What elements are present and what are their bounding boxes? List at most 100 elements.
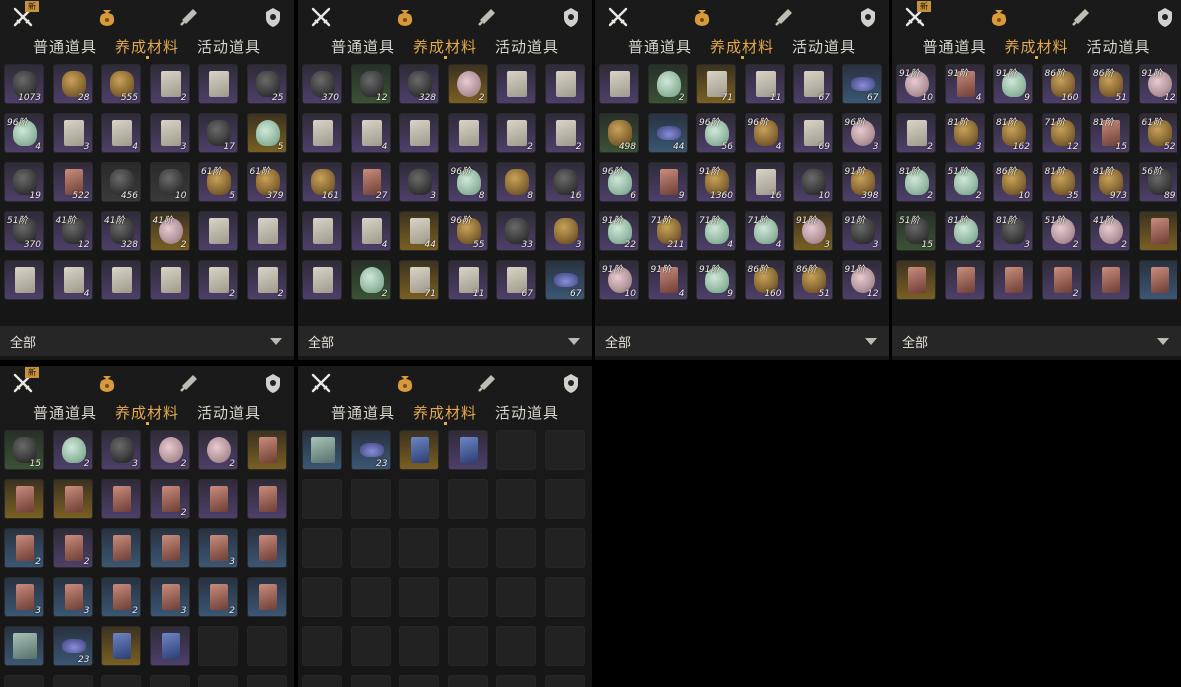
item-slot[interactable] xyxy=(246,211,287,251)
item-slot[interactable] xyxy=(399,430,439,470)
empty-slot[interactable] xyxy=(544,675,585,687)
item-slot[interactable]: 91阶 12 xyxy=(841,260,882,300)
item-slot[interactable]: 67 xyxy=(544,260,585,300)
shield-icon[interactable] xyxy=(262,6,284,28)
item-slot[interactable] xyxy=(52,479,93,519)
item-slot[interactable]: 2 xyxy=(496,113,536,153)
item-slot[interactable]: 91阶 3 xyxy=(793,211,833,251)
item-slot[interactable]: 2 xyxy=(149,64,190,104)
item-slot[interactable] xyxy=(246,479,287,519)
item-slot[interactable] xyxy=(101,260,141,300)
tab-1[interactable]: 养成材料 xyxy=(710,36,774,60)
item-slot[interactable]: 86阶 51 xyxy=(793,260,833,300)
crossed-swords-icon[interactable] xyxy=(607,6,629,28)
empty-slot[interactable] xyxy=(496,528,536,568)
empty-slot[interactable] xyxy=(447,479,488,519)
item-slot[interactable]: 91阶 10 xyxy=(896,64,936,104)
item-slot[interactable]: 3 xyxy=(52,577,93,617)
item-slot[interactable]: 10 xyxy=(149,162,190,202)
item-slot[interactable]: 86阶 160 xyxy=(1041,64,1082,104)
item-slot[interactable]: 19 xyxy=(4,162,44,202)
item-slot[interactable] xyxy=(399,113,439,153)
empty-slot[interactable] xyxy=(544,577,585,617)
crossed-swords-icon[interactable] xyxy=(310,6,332,28)
item-slot[interactable] xyxy=(198,479,238,519)
item-slot[interactable]: 91阶 10 xyxy=(599,260,639,300)
crossed-swords-icon[interactable] xyxy=(310,372,332,394)
item-slot[interactable]: 96阶 6 xyxy=(599,162,639,202)
empty-slot[interactable] xyxy=(198,675,238,687)
scroll-icon[interactable] xyxy=(773,6,795,28)
item-slot[interactable]: 25 xyxy=(246,64,287,104)
scroll-icon[interactable] xyxy=(476,372,498,394)
item-slot[interactable]: 4 xyxy=(350,113,391,153)
tab-0[interactable]: 普通道具 xyxy=(331,36,395,60)
empty-slot[interactable] xyxy=(544,626,585,666)
item-slot[interactable]: 41阶 328 xyxy=(101,211,141,251)
item-slot[interactable]: 96阶 56 xyxy=(696,113,736,153)
item-slot[interactable]: 17 xyxy=(198,113,238,153)
item-slot[interactable]: 4 xyxy=(52,260,93,300)
item-slot[interactable]: 3 xyxy=(149,113,190,153)
shield-icon[interactable] xyxy=(560,6,582,28)
item-slot[interactable] xyxy=(149,528,190,568)
item-slot[interactable] xyxy=(198,211,238,251)
item-slot[interactable]: 81阶 3 xyxy=(993,211,1033,251)
tab-2[interactable]: 活动道具 xyxy=(495,402,559,426)
empty-slot[interactable] xyxy=(447,528,488,568)
item-slot[interactable] xyxy=(944,260,985,300)
item-slot[interactable]: 2 xyxy=(198,577,238,617)
empty-slot[interactable] xyxy=(399,626,439,666)
item-slot[interactable]: 91阶 9 xyxy=(696,260,736,300)
item-slot[interactable]: 71 xyxy=(696,64,736,104)
item-slot[interactable]: 71阶 211 xyxy=(647,211,688,251)
tab-2[interactable]: 活动道具 xyxy=(197,36,261,60)
item-slot[interactable]: 91阶 12 xyxy=(1138,64,1177,104)
item-slot[interactable]: 1073 xyxy=(4,64,44,104)
item-slot[interactable] xyxy=(302,430,342,470)
item-slot[interactable]: 41阶 12 xyxy=(52,211,93,251)
item-slot[interactable]: 11 xyxy=(447,260,488,300)
bag-icon[interactable] xyxy=(96,6,118,28)
empty-slot[interactable] xyxy=(52,675,93,687)
item-slot[interactable] xyxy=(993,260,1033,300)
empty-slot[interactable] xyxy=(544,430,585,470)
item-slot[interactable]: 81阶 15 xyxy=(1090,113,1130,153)
empty-slot[interactable] xyxy=(302,528,342,568)
filter-dropdown[interactable]: 全部 xyxy=(595,326,889,356)
item-slot[interactable] xyxy=(496,64,536,104)
empty-slot[interactable] xyxy=(399,528,439,568)
item-slot[interactable]: 15 xyxy=(4,430,44,470)
item-slot[interactable] xyxy=(302,211,342,251)
item-slot[interactable]: 23 xyxy=(52,626,93,666)
bag-icon[interactable] xyxy=(691,6,713,28)
item-slot[interactable]: 91阶 398 xyxy=(841,162,882,202)
filter-dropdown[interactable]: 全部 xyxy=(0,326,294,356)
scroll-icon[interactable] xyxy=(476,6,498,28)
item-slot[interactable]: 96阶 4 xyxy=(4,113,44,153)
item-slot[interactable]: 16 xyxy=(744,162,785,202)
item-slot[interactable]: 91阶 4 xyxy=(647,260,688,300)
item-slot[interactable] xyxy=(246,430,287,470)
bag-icon[interactable] xyxy=(394,372,416,394)
item-slot[interactable]: 370 xyxy=(302,64,342,104)
item-slot[interactable]: 2 xyxy=(447,64,488,104)
tab-1[interactable]: 养成材料 xyxy=(115,36,179,60)
item-slot[interactable] xyxy=(544,64,585,104)
item-slot[interactable]: 96阶 55 xyxy=(447,211,488,251)
item-slot[interactable]: 81阶 2 xyxy=(896,162,936,202)
tab-0[interactable]: 普通道具 xyxy=(628,36,692,60)
empty-slot[interactable] xyxy=(350,577,391,617)
bag-icon[interactable] xyxy=(394,6,416,28)
shield-icon[interactable] xyxy=(262,372,284,394)
empty-slot[interactable] xyxy=(447,626,488,666)
item-slot[interactable]: 41阶 2 xyxy=(1090,211,1130,251)
item-slot[interactable]: 67 xyxy=(793,64,833,104)
item-slot[interactable]: 2 xyxy=(52,430,93,470)
item-slot[interactable]: 555 xyxy=(101,64,141,104)
item-slot[interactable]: 96阶 3 xyxy=(841,113,882,153)
item-slot[interactable]: 69 xyxy=(793,113,833,153)
item-slot[interactable]: 61阶 52 xyxy=(1138,113,1177,153)
item-slot[interactable] xyxy=(4,626,44,666)
scroll-icon[interactable] xyxy=(178,372,200,394)
